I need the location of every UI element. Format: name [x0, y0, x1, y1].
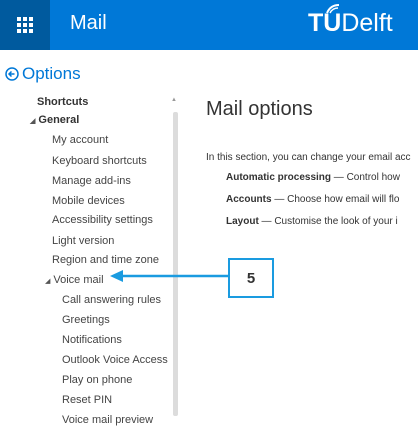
nav-item-my-account[interactable]: My account	[52, 134, 108, 146]
step-number: 5	[246, 269, 256, 287]
brand-t: T	[308, 9, 324, 37]
bullet-text: — Customise the look of your i	[258, 216, 398, 227]
bullet-automatic-processing: Automatic processing — Control how	[226, 172, 418, 194]
nav-item-play-on-phone[interactable]: Play on phone	[62, 374, 132, 386]
nav-item-call-answering-rules[interactable]: Call answering rules	[62, 294, 161, 306]
bullet-text: — Control how	[331, 172, 400, 183]
expanded-triangle-icon: ◢	[30, 118, 36, 125]
top-bar: Mail TUDelft	[0, 0, 418, 50]
nav-item-outlook-voice-access[interactable]: Outlook Voice Access	[62, 354, 168, 366]
options-back-link[interactable]: Options	[5, 64, 81, 84]
expanded-triangle-icon: ◢	[45, 278, 51, 285]
nav-item-light-version[interactable]: Light version	[52, 235, 114, 247]
intro-text: In this section, you can change your ema…	[206, 152, 411, 163]
nav-item-reset-pin[interactable]: Reset PIN	[62, 394, 112, 406]
nav-item-mobile-devices[interactable]: Mobile devices	[52, 195, 125, 207]
nav-item-notifications[interactable]: Notifications	[62, 334, 122, 346]
options-bullet-list: Automatic processing — Control how Accou…	[226, 172, 418, 238]
step-callout-box: 5	[228, 258, 274, 298]
nav-general-label: General	[38, 114, 80, 126]
bullet-term[interactable]: Accounts	[226, 194, 272, 205]
brand-u: U	[323, 9, 342, 37]
page-title: Mail options	[206, 98, 313, 120]
nav-voice-mail-label: Voice mail	[53, 274, 104, 286]
bullet-text: — Choose how email will flo	[271, 194, 400, 205]
nav-item-manage-add-ins[interactable]: Manage add-ins	[52, 175, 131, 187]
back-arrow-icon	[5, 67, 19, 81]
options-title: Options	[22, 64, 81, 83]
scroll-up-icon[interactable]: ▲	[171, 97, 177, 103]
nav-shortcuts[interactable]: Shortcuts	[37, 96, 88, 108]
bullet-accounts: Accounts — Choose how email will flo	[226, 194, 418, 216]
bullet-layout: Layout — Customise the look of your i	[226, 216, 418, 238]
nav-voice-mail[interactable]: ◢ Voice mail	[45, 274, 104, 286]
nav-item-accessibility-settings[interactable]: Accessibility settings	[52, 214, 153, 226]
bullet-term[interactable]: Layout	[226, 216, 259, 227]
nav-item-region-time-zone[interactable]: Region and time zone	[52, 254, 159, 266]
tudelft-logo: TUDelft	[308, 9, 393, 38]
nav-scrollbar-thumb[interactable]	[173, 112, 178, 416]
bullet-term[interactable]: Automatic processing	[226, 172, 331, 183]
brand-rest: Delft	[341, 9, 393, 37]
nav-item-keyboard-shortcuts[interactable]: Keyboard shortcuts	[52, 155, 147, 167]
app-launcher-button[interactable]	[0, 0, 50, 50]
nav-item-greetings[interactable]: Greetings	[62, 314, 110, 326]
app-title[interactable]: Mail	[70, 12, 107, 35]
waffle-icon	[17, 17, 33, 33]
callout-arrow	[110, 270, 228, 282]
nav-general[interactable]: ◢ General	[30, 114, 79, 126]
